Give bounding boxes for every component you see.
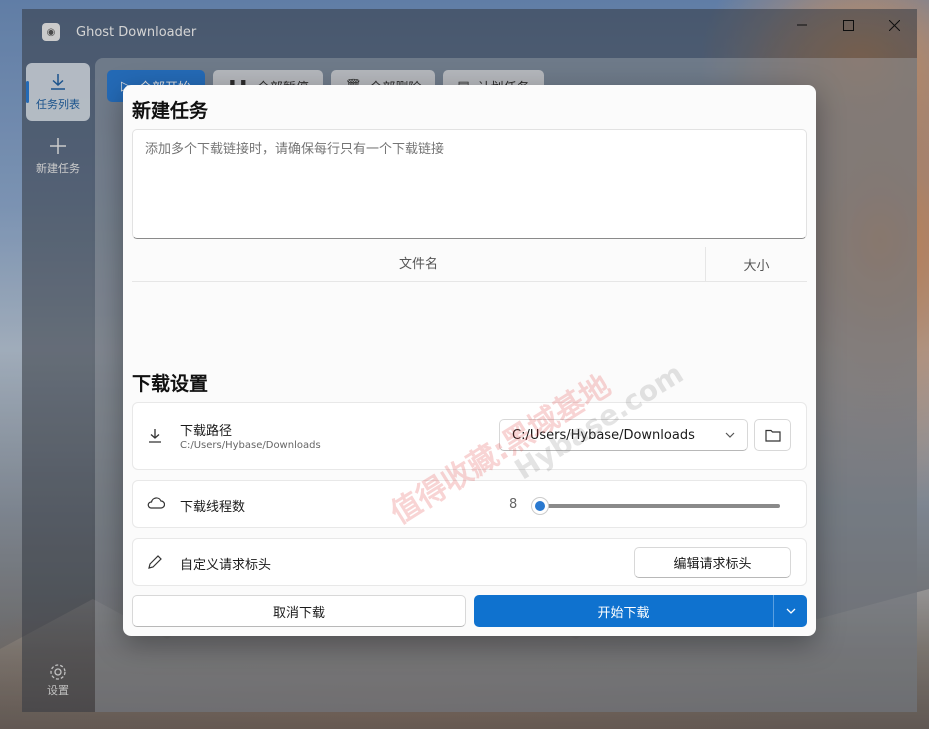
column-header-size[interactable]: 大小 [706,255,807,274]
start-download-split-button: 开始下载 [474,595,807,627]
download-threads-label: 下载线程数 [180,500,246,515]
file-table-body [132,282,807,367]
chevron-down-icon [786,608,795,614]
chevron-down-icon [725,432,735,438]
cancel-download-button[interactable]: 取消下载 [132,595,466,627]
browse-folder-button[interactable] [754,419,791,451]
thread-count-value: 8 [509,497,518,512]
download-settings-title: 下载设置 [132,373,209,395]
download-path-select[interactable]: C:/Users/Hybase/Downloads [499,419,748,451]
pencil-icon [148,555,162,569]
download-threads-card: 下载线程数 8 [132,480,807,528]
thread-slider-thumb[interactable] [531,497,549,515]
download-path-value: C:/Users/Hybase/Downloads [512,427,695,443]
download-icon [149,429,161,443]
new-task-dialog: 新建任务 文件名 大小 下载设置 下载路径 C:/Users/Hybase/Do… [123,85,816,636]
download-path-sub: C:/Users/Hybase/Downloads [180,440,321,451]
column-header-filename[interactable]: 文件名 [132,246,706,282]
download-path-card: 下载路径 C:/Users/Hybase/Downloads C:/Users/… [132,402,807,470]
url-input[interactable] [132,129,807,239]
edit-headers-button[interactable]: 编辑请求标头 [634,547,791,578]
dialog-title: 新建任务 [132,100,209,122]
thread-slider-track[interactable] [538,504,780,508]
start-download-button[interactable]: 开始下载 [474,595,774,627]
start-download-dropdown[interactable] [774,595,807,627]
custom-headers-label: 自定义请求标头 [180,558,272,573]
folder-icon [764,429,781,442]
cloud-icon [147,497,165,509]
custom-headers-card: 自定义请求标头 编辑请求标头 [132,538,807,586]
download-path-label: 下载路径 [180,424,233,439]
file-table-header: 文件名 大小 [132,246,807,282]
